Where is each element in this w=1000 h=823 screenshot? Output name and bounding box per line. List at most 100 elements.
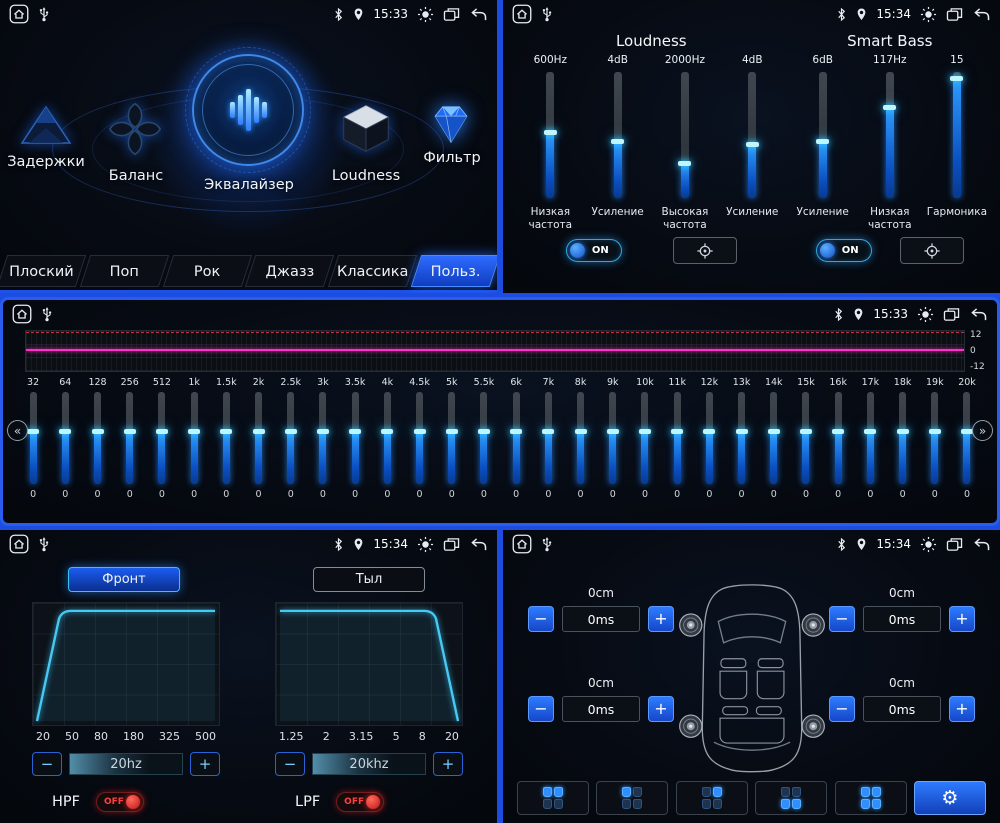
eq-band-slider[interactable] (542, 392, 555, 484)
delay-settings-button[interactable]: ⚙ (913, 781, 986, 815)
lpf-frequency-slider[interactable]: 20khz (312, 753, 426, 775)
screenshot-icon[interactable] (946, 7, 963, 22)
eq-band-slider[interactable] (381, 392, 394, 484)
eq-band-slider[interactable] (91, 392, 104, 484)
home-icon[interactable] (512, 4, 532, 24)
delay-plus-button[interactable]: + (648, 696, 674, 722)
smart-bass-slider[interactable] (816, 72, 830, 198)
back-icon[interactable] (969, 307, 988, 322)
home-icon[interactable] (512, 534, 532, 554)
eq-band-slider[interactable] (574, 392, 587, 484)
loudness-slider[interactable] (678, 72, 692, 198)
smart-bass-reset-button[interactable] (899, 237, 964, 264)
hpf-frequency-slider[interactable]: 20hz (69, 753, 183, 775)
lpf-minus-button[interactable]: − (275, 752, 305, 776)
eq-band-slider[interactable] (606, 392, 619, 484)
smart-bass-slider[interactable] (883, 72, 897, 198)
hpf-minus-button[interactable]: − (32, 752, 62, 776)
eq-band-slider[interactable] (477, 392, 490, 484)
eq-band-slider[interactable] (220, 392, 233, 484)
preset-tab[interactable]: Плоский (0, 253, 83, 290)
eq-band-slider[interactable] (188, 392, 201, 484)
eq-band-slider[interactable] (799, 392, 812, 484)
eq-band-slider[interactable] (349, 392, 362, 484)
equalizer-menu-icon[interactable] (185, 47, 311, 173)
brightness-icon[interactable] (417, 536, 434, 553)
eq-band-slider[interactable] (59, 392, 72, 484)
screenshot-icon[interactable] (443, 7, 460, 22)
balance-menu-icon[interactable] (104, 98, 166, 164)
delay-plus-button[interactable]: + (949, 606, 975, 632)
delay-minus-button[interactable]: − (528, 606, 554, 632)
brightness-icon[interactable] (920, 6, 937, 23)
delay-minus-button[interactable]: − (829, 606, 855, 632)
eq-band-slider[interactable] (316, 392, 329, 484)
back-icon[interactable] (469, 537, 488, 552)
eq-band-slider[interactable] (735, 392, 748, 484)
preset-tab[interactable]: Джазз (248, 253, 331, 290)
home-icon[interactable] (9, 534, 29, 554)
eq-band-slider[interactable] (27, 392, 40, 484)
smart-bass-on-toggle[interactable]: ON (815, 239, 872, 262)
preset-seats-rear-button[interactable] (755, 781, 828, 815)
lpf-toggle[interactable]: OFF (336, 792, 385, 812)
eq-band-slider[interactable] (123, 392, 136, 484)
preset-tab[interactable]: Поп (83, 253, 166, 290)
eq-band-slider[interactable] (638, 392, 651, 484)
brightness-icon[interactable] (920, 536, 937, 553)
preset-seat-driver-button[interactable] (596, 781, 669, 815)
preset-seats-front-pair-button[interactable] (517, 781, 589, 815)
loudness-reset-button[interactable] (672, 237, 737, 264)
screenshot-icon[interactable] (443, 537, 460, 552)
delay-plus-button[interactable]: + (648, 606, 674, 632)
loudness-slider[interactable] (543, 72, 557, 198)
eq-band-slider[interactable] (445, 392, 458, 484)
delay-plus-button[interactable]: + (949, 696, 975, 722)
equalizer-menu-label[interactable]: Эквалайзер (204, 177, 294, 193)
eq-band-slider[interactable] (284, 392, 297, 484)
delay-minus-button[interactable]: − (528, 696, 554, 722)
preset-seat-passenger-button[interactable] (675, 781, 748, 815)
preset-tab[interactable]: Классика (331, 253, 414, 290)
balance-menu-label[interactable]: Баланс (109, 168, 163, 184)
delay-minus-button[interactable]: − (829, 696, 855, 722)
delays-menu-icon[interactable] (18, 102, 74, 152)
home-icon[interactable] (9, 4, 29, 24)
eq-band-slider[interactable] (767, 392, 780, 484)
screenshot-icon[interactable] (943, 307, 960, 322)
loudness-on-toggle[interactable]: ON (565, 239, 622, 262)
preset-seats-all-button[interactable] (834, 781, 907, 815)
eq-band-slider[interactable] (703, 392, 716, 484)
back-icon[interactable] (972, 7, 991, 22)
delays-menu-label[interactable]: Задержки (7, 154, 85, 170)
loudness-menu-label[interactable]: Loudness (332, 168, 400, 184)
eq-band-slider[interactable] (832, 392, 845, 484)
loudness-menu-icon[interactable] (336, 98, 396, 162)
tab-rear[interactable]: Тыл (313, 567, 425, 592)
home-icon[interactable] (12, 304, 32, 324)
eq-band-slider[interactable] (413, 392, 426, 484)
brightness-icon[interactable] (417, 6, 434, 23)
preset-tab[interactable]: Польз. (414, 253, 497, 290)
screenshot-icon[interactable] (946, 537, 963, 552)
hpf-plus-button[interactable]: + (190, 752, 220, 776)
tab-front[interactable]: Фронт (68, 567, 180, 592)
filter-menu-icon[interactable] (424, 102, 478, 151)
back-icon[interactable] (972, 537, 991, 552)
eq-band-slider[interactable] (155, 392, 168, 484)
preset-tab[interactable]: Рок (166, 253, 249, 290)
eq-band-slider[interactable] (510, 392, 523, 484)
eq-band-slider[interactable] (671, 392, 684, 484)
back-icon[interactable] (469, 7, 488, 22)
eq-band-slider[interactable] (896, 392, 909, 484)
lpf-plus-button[interactable]: + (433, 752, 463, 776)
loudness-slider[interactable] (611, 72, 625, 198)
brightness-icon[interactable] (917, 306, 934, 323)
filter-menu-label[interactable]: Фильтр (423, 150, 480, 166)
loudness-slider[interactable] (745, 72, 759, 198)
eq-band-slider[interactable] (252, 392, 265, 484)
eq-band-slider[interactable] (928, 392, 941, 484)
smart-bass-slider[interactable] (950, 72, 964, 198)
eq-band-slider[interactable] (960, 392, 973, 484)
eq-band-slider[interactable] (864, 392, 877, 484)
